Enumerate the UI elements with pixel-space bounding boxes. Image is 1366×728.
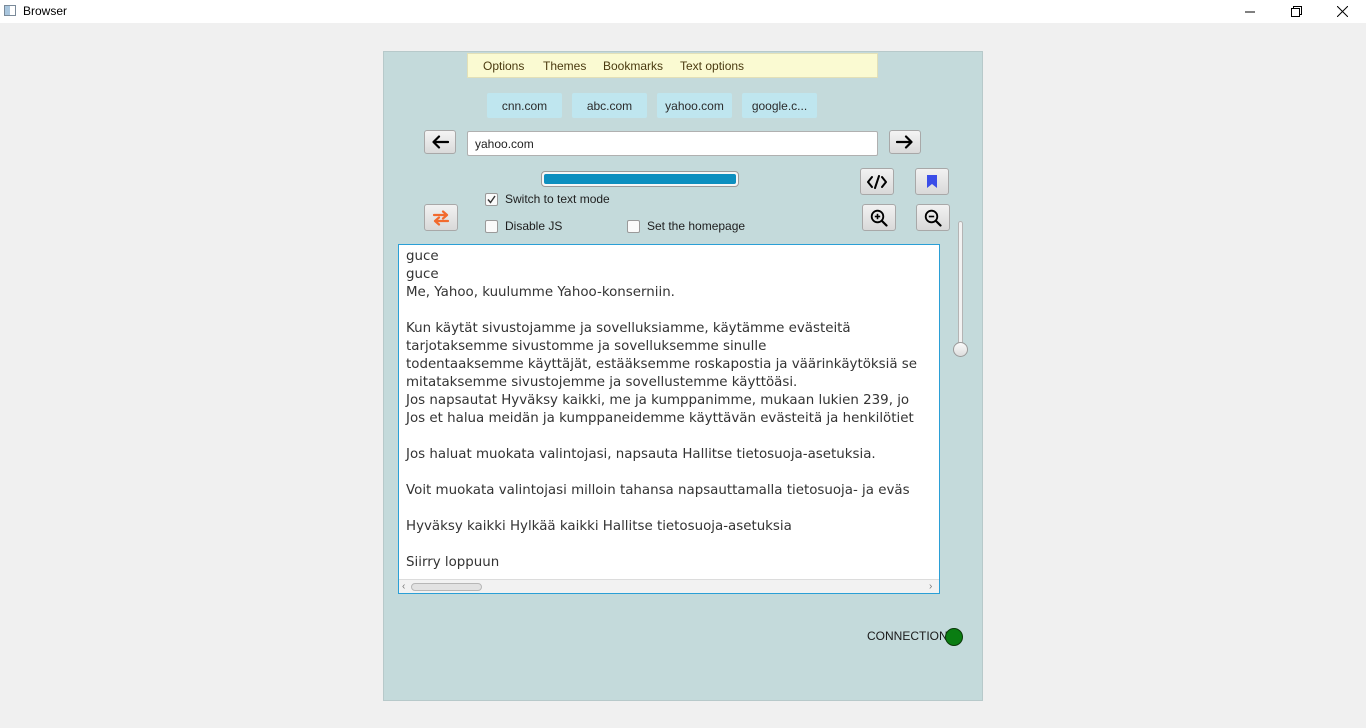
menu-bookmarks[interactable]: Bookmarks <box>603 59 663 73</box>
minimize-icon <box>1245 11 1255 12</box>
zoom-out-button[interactable] <box>916 204 950 231</box>
back-button[interactable] <box>424 130 456 154</box>
text-mode-label: Switch to text mode <box>505 192 610 206</box>
arrow-right-icon <box>896 135 913 149</box>
zoom-in-button[interactable] <box>862 204 896 231</box>
homepage-checkbox[interactable]: Set the homepage <box>627 219 745 233</box>
checkmark-icon <box>487 195 496 204</box>
scroll-left-icon[interactable]: ‹ <box>402 581 405 592</box>
bookmark-button[interactable] <box>915 168 949 195</box>
quick-link-cnn[interactable]: cnn.com <box>487 93 562 118</box>
window-titlebar: Browser <box>0 0 1366 23</box>
disable-js-label: Disable JS <box>505 219 563 233</box>
swap-button[interactable] <box>424 204 458 231</box>
page-text-area[interactable]: guce guce Me, Yahoo, kuulumme Yahoo-kons… <box>398 244 940 594</box>
view-source-button[interactable] <box>860 168 894 195</box>
page-text: guce guce Me, Yahoo, kuulumme Yahoo-kons… <box>406 249 918 570</box>
connection-status-indicator <box>945 628 963 646</box>
bookmark-icon <box>927 175 937 188</box>
scrollbar-thumb[interactable] <box>411 583 482 591</box>
quick-link-abc[interactable]: abc.com <box>572 93 647 118</box>
minimize-button[interactable] <box>1227 0 1273 23</box>
quick-link-yahoo[interactable]: yahoo.com <box>657 93 732 118</box>
menu-themes[interactable]: Themes <box>543 59 586 73</box>
homepage-label: Set the homepage <box>647 219 746 233</box>
menu-bar: Options Themes Bookmarks Text options <box>467 53 878 78</box>
menu-text-options[interactable]: Text options <box>680 59 744 73</box>
code-icon <box>867 174 887 189</box>
arrow-left-icon <box>432 135 449 149</box>
zoom-in-icon <box>870 209 888 227</box>
zoom-out-icon <box>924 209 942 227</box>
horizontal-scrollbar[interactable]: ‹ › <box>399 579 939 593</box>
checkbox-box[interactable] <box>485 192 498 206</box>
window-title: Browser <box>23 4 68 18</box>
close-icon <box>1336 6 1348 17</box>
app-icon <box>4 5 16 16</box>
load-progress-bar <box>541 171 739 187</box>
connection-label: CONNECTION <box>867 629 948 643</box>
disable-js-checkbox[interactable]: Disable JS <box>485 219 562 233</box>
restore-icon <box>1290 6 1302 17</box>
forward-button[interactable] <box>889 130 921 154</box>
menu-options[interactable]: Options <box>483 59 524 73</box>
text-mode-checkbox[interactable]: Switch to text mode <box>485 192 610 206</box>
swap-arrows-icon <box>432 209 450 226</box>
checkbox-box[interactable] <box>485 219 498 233</box>
zoom-slider-thumb[interactable] <box>953 342 968 357</box>
scroll-right-icon[interactable]: › <box>929 581 932 592</box>
checkbox-box[interactable] <box>627 219 640 233</box>
restore-button[interactable] <box>1273 0 1319 23</box>
url-input[interactable] <box>467 131 878 156</box>
zoom-slider-track[interactable] <box>958 221 963 351</box>
progress-fill <box>544 174 736 184</box>
close-button[interactable] <box>1319 0 1365 23</box>
quick-link-google[interactable]: google.c... <box>742 93 817 118</box>
